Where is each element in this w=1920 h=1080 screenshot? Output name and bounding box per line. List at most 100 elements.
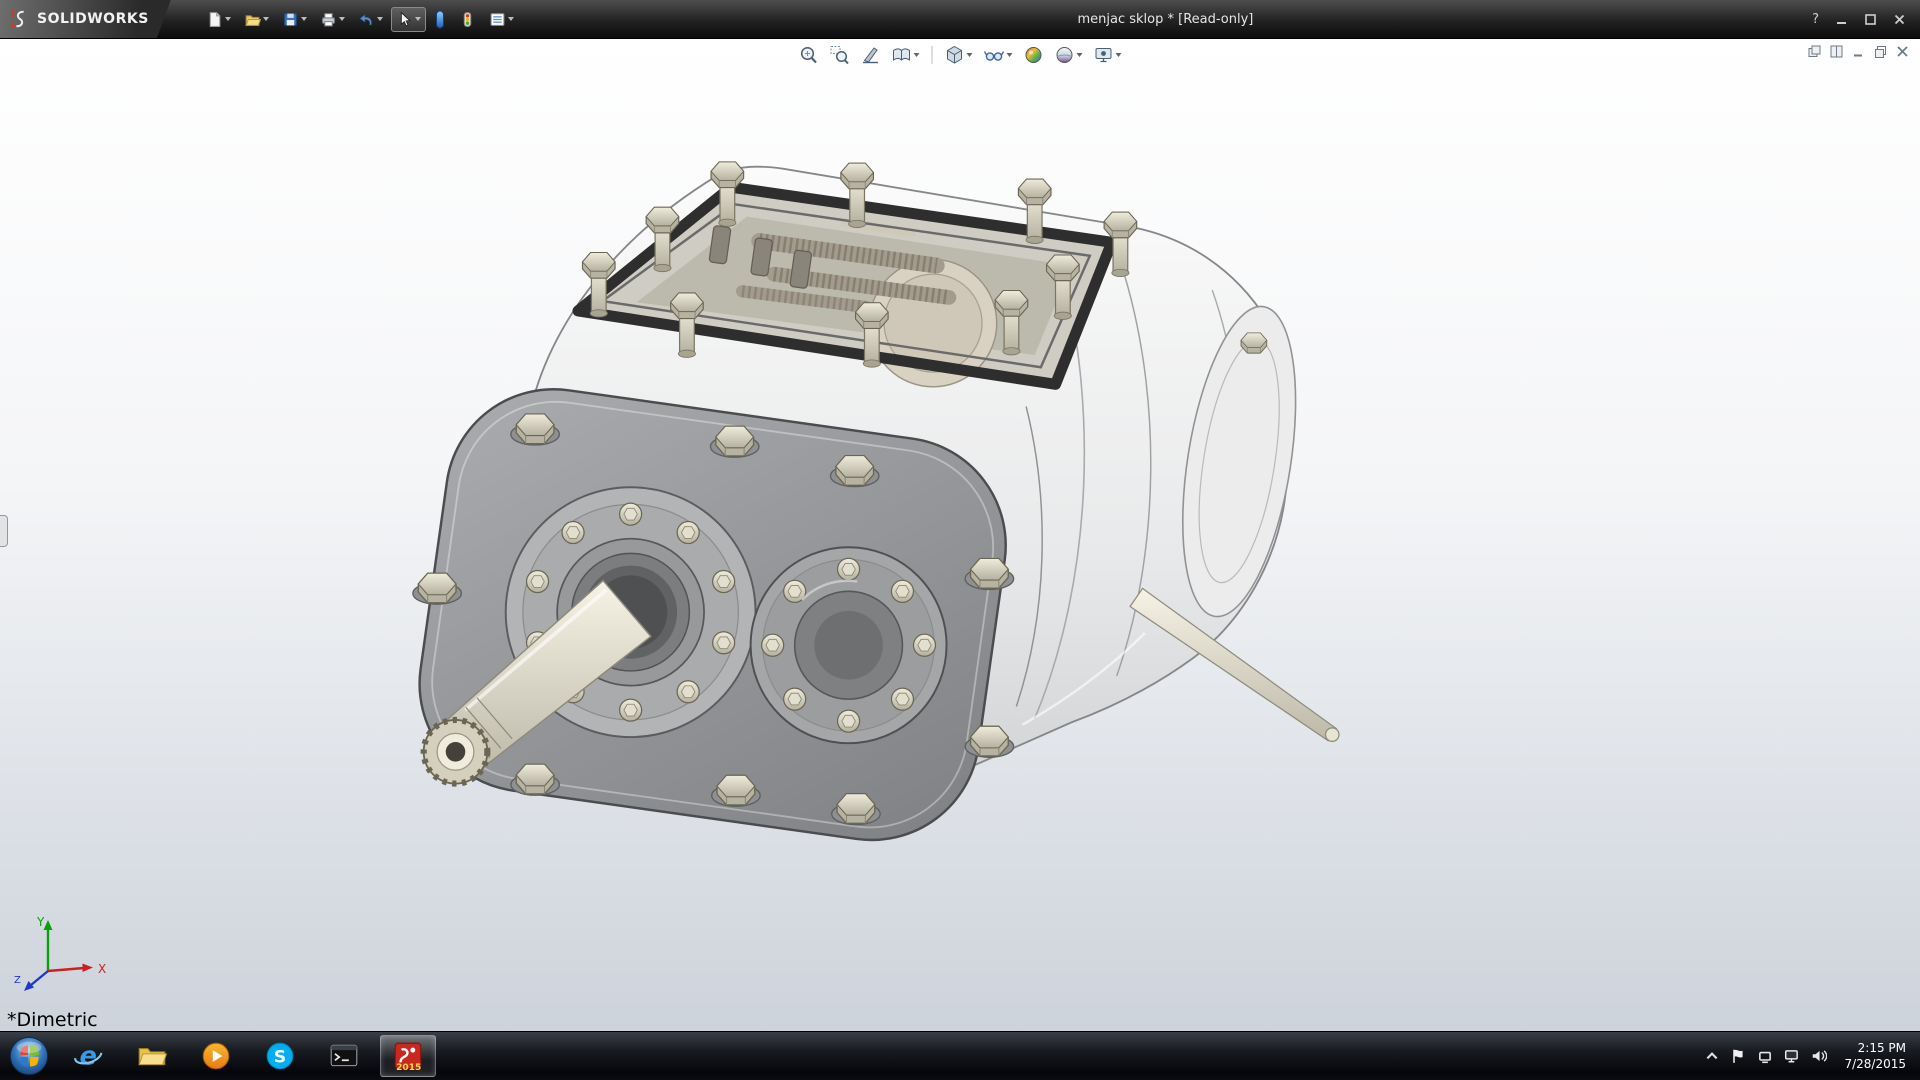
internet-explorer-icon: e <box>72 1040 104 1072</box>
taskbar-items: e S <box>60 1032 436 1080</box>
windows-explorer-button[interactable] <box>124 1035 180 1077</box>
dropdown-caret-icon[interactable] <box>263 17 269 21</box>
close-button[interactable] <box>1893 13 1906 26</box>
options-list-icon <box>489 11 506 28</box>
cascade-windows-button[interactable] <box>1807 44 1822 59</box>
show-hidden-icons-button[interactable] <box>1705 1050 1719 1062</box>
undo-button[interactable] <box>353 7 388 32</box>
view-orientation-label: *Dimetric <box>7 1009 98 1031</box>
apply-scene-button[interactable] <box>1053 44 1085 66</box>
skype-button[interactable]: S <box>252 1035 308 1077</box>
device-icon[interactable] <box>1757 1048 1773 1064</box>
view-settings-icon <box>1094 45 1114 65</box>
brand-name: SOLIDWORKS <box>37 11 149 27</box>
folder-icon <box>136 1040 168 1072</box>
volume-icon[interactable] <box>1811 1048 1827 1064</box>
clock-date: 7/28/2015 <box>1844 1056 1906 1072</box>
internet-explorer-button[interactable]: e <box>60 1035 116 1077</box>
headsup-view-toolbar <box>797 44 1124 66</box>
dropdown-caret-icon[interactable] <box>377 17 383 21</box>
dropdown-caret-icon[interactable] <box>225 17 231 21</box>
options-button[interactable] <box>484 7 519 32</box>
zoom-to-area-button[interactable] <box>828 44 852 66</box>
view-settings-button[interactable] <box>1092 44 1124 66</box>
display-style-icon <box>945 45 965 65</box>
windows-taskbar: e S <box>0 1031 1920 1080</box>
view-orientation-button[interactable] <box>890 44 922 66</box>
skype-letter: S <box>274 1047 286 1067</box>
dropdown-caret-icon[interactable] <box>967 53 973 57</box>
hide-show-glasses-icon <box>984 45 1005 65</box>
apply-scene-icon <box>1055 45 1075 65</box>
dropdown-caret-icon[interactable] <box>1116 53 1122 57</box>
ie-letter: e <box>79 1042 96 1072</box>
skype-icon: S <box>264 1040 296 1072</box>
hide-show-items-button[interactable] <box>982 44 1015 66</box>
print-button[interactable] <box>315 7 350 32</box>
section-view-icon <box>861 45 881 65</box>
restore-doc-button[interactable] <box>1873 44 1888 59</box>
zoom-to-area-icon <box>830 45 850 65</box>
zoom-to-fit-button[interactable] <box>797 44 821 66</box>
print-icon <box>320 11 337 28</box>
open-folder-icon <box>244 11 261 28</box>
edit-appearance-button[interactable] <box>1022 44 1046 66</box>
media-player-button[interactable] <box>188 1035 244 1077</box>
toolbar-separator <box>932 46 933 64</box>
solidworks-app-icon: 2015 <box>392 1040 424 1072</box>
dropdown-caret-icon[interactable] <box>339 17 345 21</box>
dropdown-caret-icon[interactable] <box>1007 53 1013 57</box>
y-axis-arrow-icon <box>44 920 53 930</box>
new-document-button[interactable] <box>201 7 236 32</box>
secondary-cover <box>751 547 947 743</box>
system-tray: 2:15 PM 7/28/2015 <box>1705 1040 1920 1072</box>
minimize-button[interactable] <box>1835 13 1848 26</box>
macro-pill-icon <box>434 10 446 29</box>
select-tool-button[interactable] <box>391 7 426 32</box>
select-cursor-icon <box>396 11 413 28</box>
y-axis-label: Y <box>36 915 45 929</box>
macro-button[interactable] <box>429 6 451 33</box>
zoom-to-fit-icon <box>799 45 819 65</box>
save-icon <box>282 11 299 28</box>
gearbox-3d-model[interactable] <box>0 39 1920 1031</box>
network-icon[interactable] <box>1784 1048 1800 1064</box>
orientation-triad[interactable]: Y X Z <box>10 913 110 1005</box>
undo-icon <box>358 11 375 28</box>
dropdown-caret-icon[interactable] <box>1077 53 1083 57</box>
tile-windows-button[interactable] <box>1829 44 1844 59</box>
save-button[interactable] <box>277 7 312 32</box>
taskbar-clock[interactable]: 2:15 PM 7/28/2015 <box>1838 1040 1912 1072</box>
rebuild-icon <box>459 11 476 28</box>
sw-version-badge: 2015 <box>396 1063 421 1072</box>
dropdown-caret-icon[interactable] <box>914 53 920 57</box>
close-doc-button[interactable] <box>1895 44 1910 59</box>
titlebar: SOLIDWORKS <box>0 0 1920 39</box>
rebuild-button[interactable] <box>454 7 481 32</box>
dropdown-caret-icon[interactable] <box>508 17 514 21</box>
dropdown-caret-icon[interactable] <box>415 17 421 21</box>
minimize-doc-button[interactable] <box>1851 44 1866 59</box>
new-document-icon <box>206 11 223 28</box>
window-controls: ? <box>1812 12 1920 27</box>
action-center-flag-icon[interactable] <box>1730 1048 1746 1064</box>
x-axis-arrow-icon <box>83 964 94 973</box>
edit-appearance-ball-icon <box>1024 45 1044 65</box>
solidworks-logo-icon <box>10 9 30 29</box>
document-window-controls <box>1807 44 1910 59</box>
dropdown-caret-icon[interactable] <box>301 17 307 21</box>
help-button[interactable]: ? <box>1812 12 1819 27</box>
window-title: menjac sklop * [Read-only] <box>519 12 1812 27</box>
command-prompt-icon <box>328 1040 360 1072</box>
solidworks-taskbar-button[interactable]: 2015 <box>380 1035 436 1077</box>
z-axis-label: Z <box>14 975 21 986</box>
command-prompt-button[interactable] <box>316 1035 372 1077</box>
maximize-button[interactable] <box>1864 13 1877 26</box>
section-view-button[interactable] <box>859 44 883 66</box>
x-axis-label: X <box>98 962 106 976</box>
open-button[interactable] <box>239 7 274 32</box>
start-button[interactable] <box>8 1035 50 1077</box>
display-style-button[interactable] <box>943 44 975 66</box>
graphics-area[interactable]: Y X Z *Dimetric <box>0 39 1920 1031</box>
main-toolbar <box>201 6 519 33</box>
